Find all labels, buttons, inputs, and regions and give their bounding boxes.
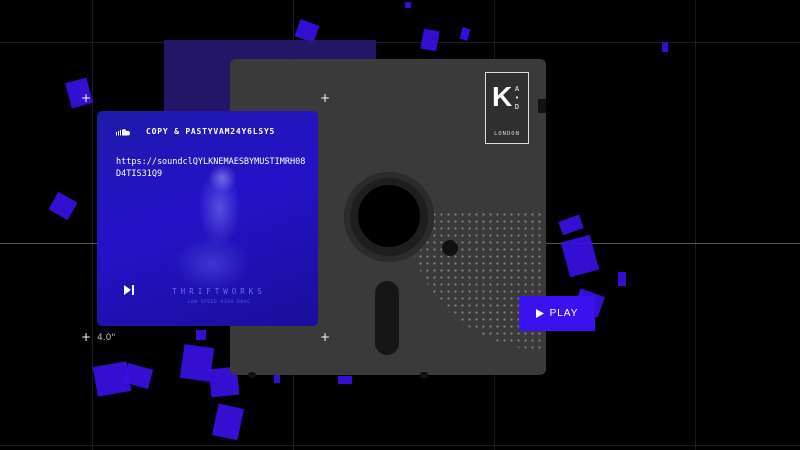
crosshair-marker: + bbox=[81, 91, 92, 105]
copy-link-label[interactable]: COPY & PASTYVAM24Y6LSY5 bbox=[146, 127, 275, 136]
crosshair-marker: + bbox=[320, 91, 331, 105]
track-url[interactable]: https://soundclQYLKNEMAESBYMUSTIMRH08D4T… bbox=[116, 156, 306, 180]
head-slot bbox=[375, 281, 399, 355]
play-next-icon[interactable] bbox=[123, 284, 135, 296]
track-subtitle: LOW SPEED HIGH DRAG bbox=[187, 300, 251, 305]
foot-left bbox=[248, 372, 256, 378]
play-icon bbox=[535, 309, 544, 318]
index-hole bbox=[442, 240, 458, 256]
play-button-label: PLAY bbox=[549, 308, 579, 319]
write-protect-notch bbox=[538, 99, 546, 113]
foot-right bbox=[420, 372, 428, 378]
crosshair-marker: + bbox=[320, 330, 331, 344]
brand-label: K A • D LONDON bbox=[485, 72, 529, 144]
soundcloud-icon bbox=[116, 128, 130, 136]
track-card[interactable]: COPY & PASTYVAM24Y6LSY5 https://soundclQ… bbox=[97, 111, 318, 326]
play-button[interactable]: PLAY bbox=[519, 296, 595, 331]
brand-city: LONDON bbox=[494, 131, 520, 137]
artist-name: THRIFTWORKS bbox=[172, 287, 266, 296]
brand-monogram: K bbox=[492, 81, 513, 112]
disk-size-label: 4.0" bbox=[97, 333, 116, 343]
brand-monogram-small: A • D bbox=[514, 85, 520, 111]
disk-hub-center bbox=[358, 185, 420, 247]
crosshair-marker: + bbox=[81, 330, 92, 344]
